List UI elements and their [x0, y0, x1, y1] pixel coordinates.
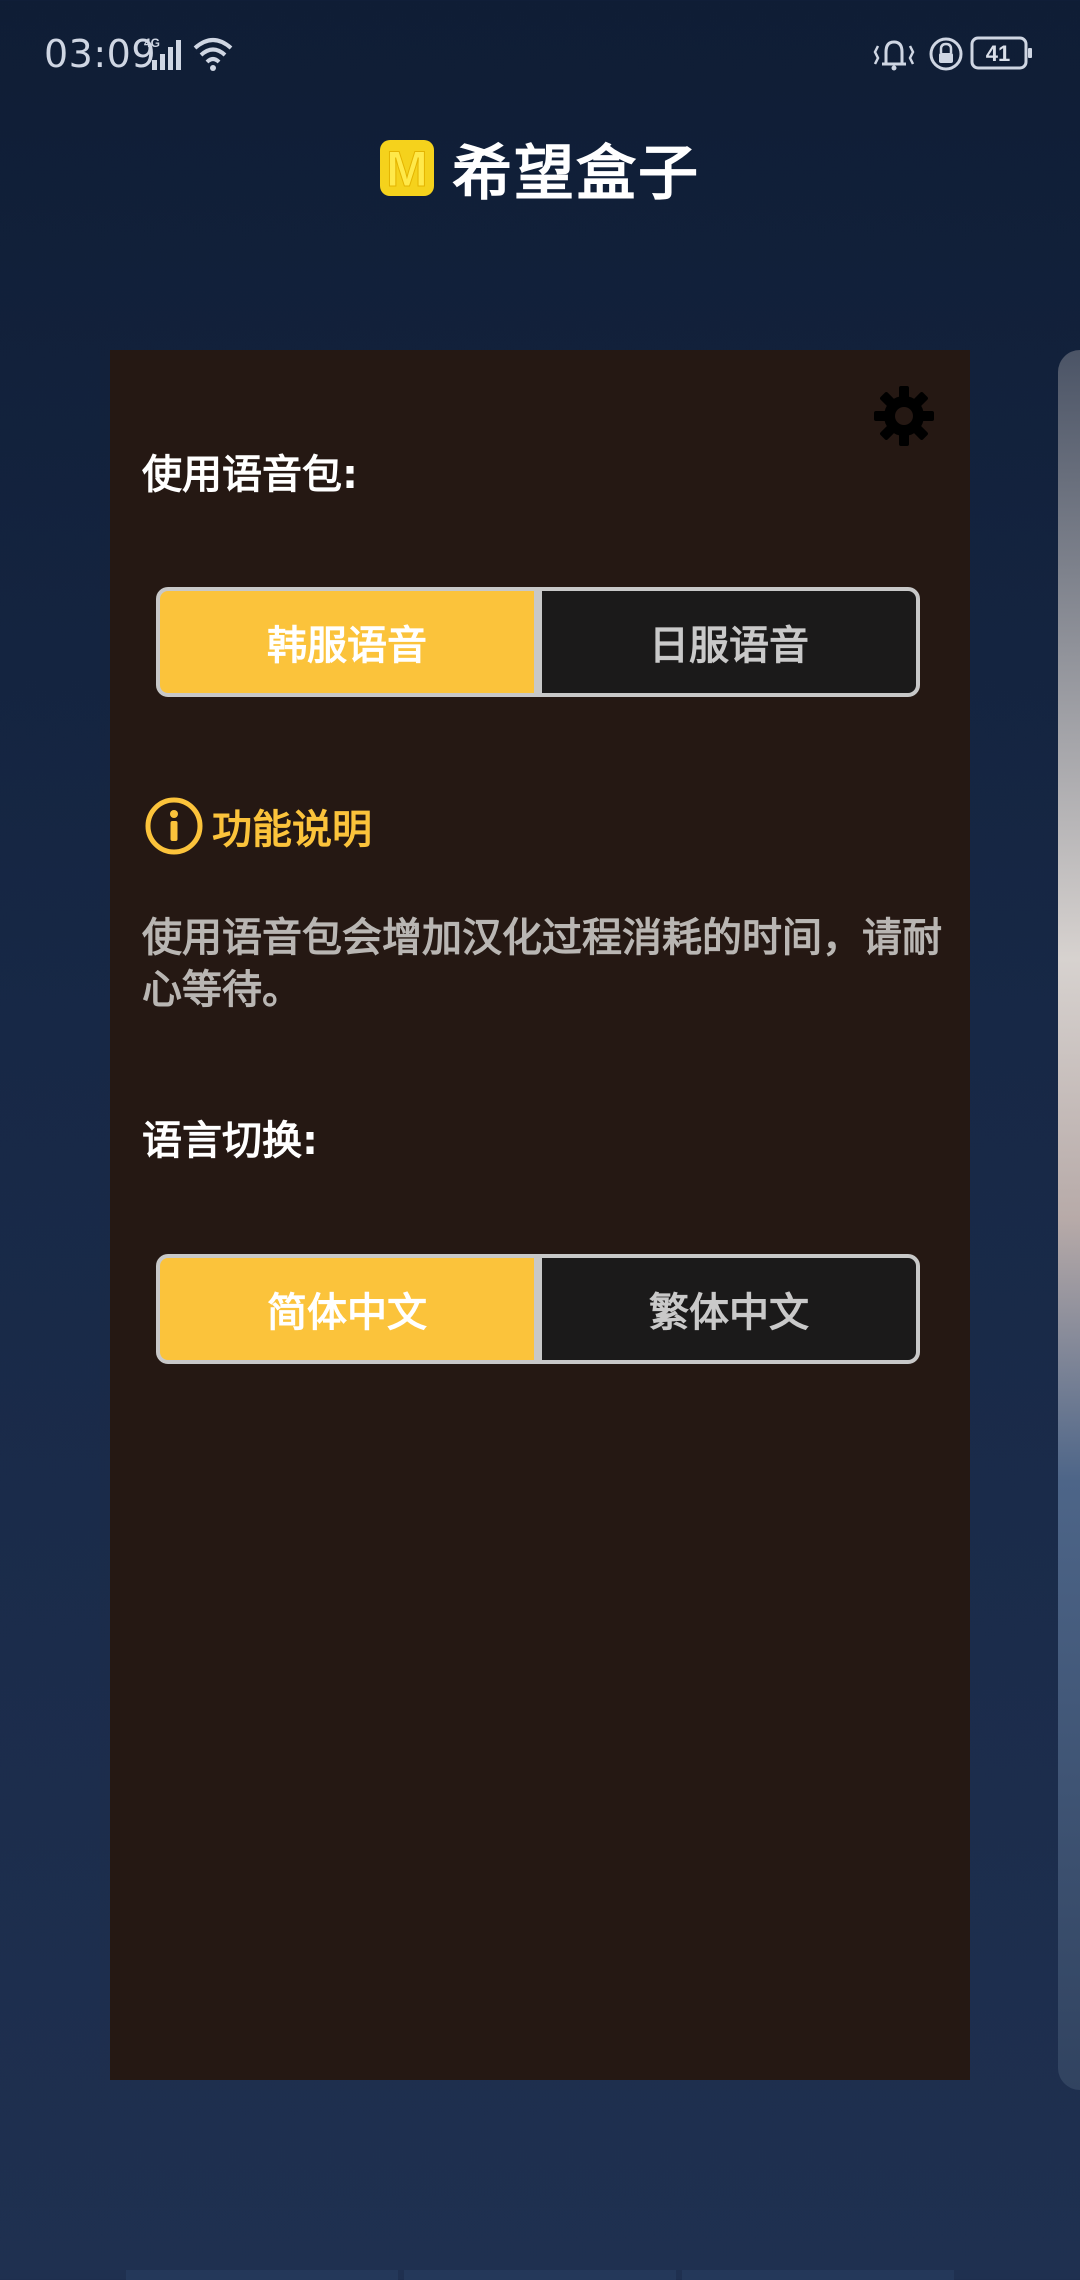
svg-text:M: M: [386, 141, 428, 196]
next-card-preview[interactable]: [1058, 350, 1080, 2090]
settings-panel: 使用语音包: 韩服语音 日服语音 功能说明 使用语音包会增加汉化过程消耗的时间，…: [110, 350, 970, 2080]
lock-icon: [929, 37, 963, 71]
info-title: 功能说明: [212, 807, 372, 853]
info-description: 使用语音包会增加汉化过程消耗的时间，请耐心等待。: [142, 915, 942, 1013]
status-bar: 03:09 4G 41: [0, 0, 1080, 110]
option-japanese-voice[interactable]: 日服语音: [542, 591, 916, 693]
bottom-tab[interactable]: [126, 2270, 398, 2280]
option-korean-voice[interactable]: 韩服语音: [160, 591, 534, 693]
info-heading: 功能说明: [144, 796, 372, 856]
voice-pack-toggle: 韩服语音 日服语音: [156, 587, 920, 697]
app-logo-icon: M: [380, 140, 434, 196]
signal-icon: 4G: [144, 36, 181, 70]
app-header: M 希望盒子: [0, 128, 1080, 209]
app-title: 希望盒子: [452, 138, 700, 209]
bottom-tab-bar: [126, 2270, 954, 2280]
option-simplified-chinese[interactable]: 简体中文: [160, 1258, 534, 1360]
network-type: 4G: [144, 36, 160, 50]
language-switch-label: 语言切换:: [142, 1118, 318, 1164]
battery-icon: 41: [970, 34, 1034, 74]
status-time: 03:09: [44, 32, 157, 76]
vibrate-icon: [873, 40, 915, 71]
info-circle-icon: [145, 797, 203, 855]
gear-icon[interactable]: [872, 384, 936, 448]
language-toggle: 简体中文 繁体中文: [156, 1254, 920, 1364]
wifi-icon: [193, 38, 233, 71]
voice-pack-label: 使用语音包:: [142, 452, 358, 498]
bottom-tab[interactable]: [682, 2270, 954, 2280]
battery-level: 41: [985, 41, 1011, 66]
option-traditional-chinese[interactable]: 繁体中文: [542, 1258, 916, 1360]
bottom-tab[interactable]: [404, 2270, 676, 2280]
